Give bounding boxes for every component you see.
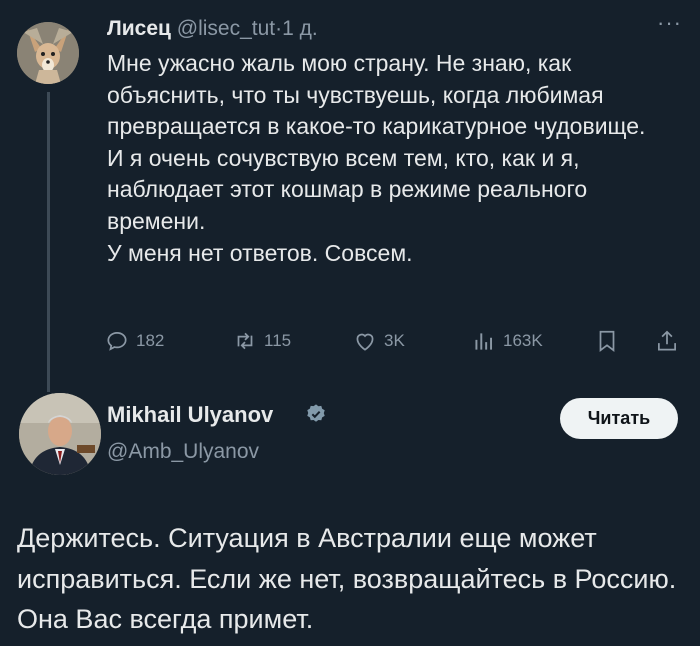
reply-button[interactable]: 182 (104, 326, 164, 356)
follow-button[interactable]: Читать (560, 398, 678, 439)
tweet1-text: Мне ужасно жаль мою страну. Не знаю, как… (107, 48, 687, 269)
reply-icon (107, 332, 127, 351)
reply-count: 182 (136, 331, 165, 350)
share-icon (658, 330, 676, 351)
avatar-ulyanov[interactable] (19, 393, 101, 475)
heart-icon (356, 333, 374, 351)
author-name[interactable]: Mikhail Ulyanov (107, 402, 273, 428)
author-name[interactable]: Лисец (107, 17, 171, 40)
tweet-paragraph: У меня нет ответов. Совсем. (107, 239, 413, 266)
fox-avatar-image (17, 22, 79, 84)
share-button[interactable] (654, 326, 686, 356)
tweet-paragraph: И я очень сочувствую всем тем, кто, как … (107, 144, 588, 234)
bookmark-button[interactable] (594, 326, 626, 356)
avatar-lisec[interactable] (17, 22, 79, 84)
views-button[interactable]: 163K (471, 326, 543, 356)
view-count: 163K (503, 331, 543, 350)
tweet-time[interactable]: 1 д. (282, 17, 318, 40)
views-chart-icon (475, 333, 493, 350)
like-button[interactable]: 3K (352, 326, 405, 356)
verified-badge-icon (307, 404, 325, 422)
tweet-paragraph: Мне ужасно жаль мою страну. Не знаю, как… (107, 50, 646, 140)
thread-connector-line (47, 92, 50, 392)
more-dots-icon[interactable]: ··· (657, 10, 682, 36)
retweet-icon (237, 332, 253, 350)
author-handle[interactable]: @lisec_tut (177, 17, 275, 40)
bookmark-icon (599, 330, 615, 352)
tweet2-text: Держитесь. Ситуация в Австралии еще може… (17, 523, 677, 634)
tweet1-header: Лисец @lisec_tut·1 д. (107, 17, 318, 41)
ulyanov-avatar-image (19, 393, 101, 475)
author-handle[interactable]: @Amb_Ulyanov (107, 440, 259, 464)
like-count: 3K (384, 331, 405, 350)
retweet-button[interactable]: 115 (232, 326, 291, 356)
retweet-count: 115 (264, 331, 292, 350)
